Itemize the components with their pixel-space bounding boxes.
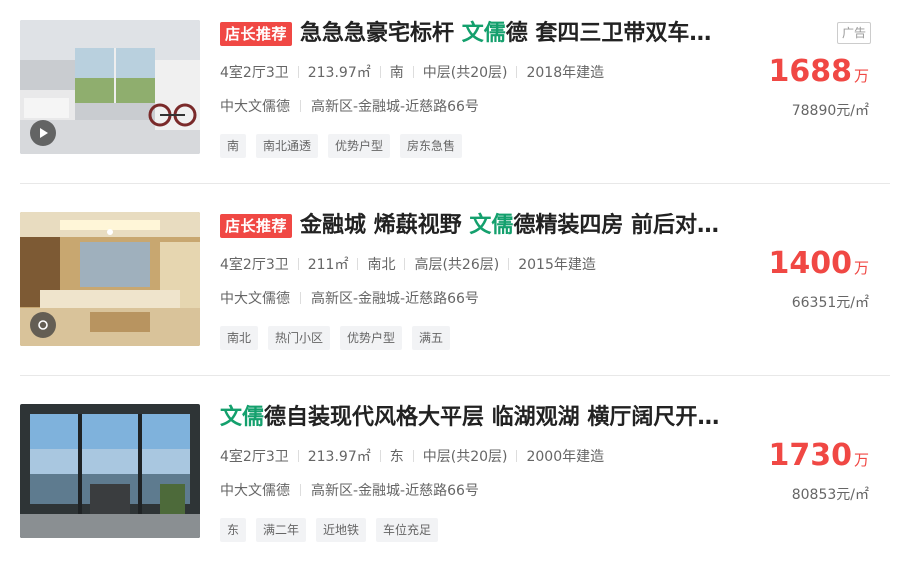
community-link[interactable]: 中大文儒德	[220, 480, 290, 500]
total-price: 1730 万	[669, 436, 869, 476]
vr-icon[interactable]	[30, 312, 56, 338]
floor: 中层(共20层)	[422, 65, 508, 81]
layout: 4室2厅3卫	[220, 65, 289, 81]
tag: 热门小区	[268, 326, 331, 350]
address: 中大文儒德 高新区-金融城-近慈路66号	[220, 288, 479, 308]
orientation: 南北	[367, 257, 396, 273]
listing-card[interactable]: 店长推荐 急急急豪宅标杆 文儒德 套四三卫带双车… 广告 4室2厅3卫 213.…	[0, 0, 919, 190]
listing-title[interactable]: 金融城 烯蕻视野 文儒德精装四房 前后对…	[300, 211, 719, 241]
tag: 房东急售	[400, 134, 463, 158]
listing-title[interactable]: 急急急豪宅标杆 文儒德 套四三卫带双车…	[300, 19, 711, 49]
district-link[interactable]: 高新区-金融城-近慈路66号	[311, 288, 479, 308]
title-highlight: 文儒	[469, 213, 514, 238]
total-price: 1688 万	[669, 52, 869, 92]
district-link[interactable]: 高新区-金融城-近慈路66号	[311, 480, 479, 500]
floor: 中层(共20层)	[422, 449, 508, 465]
build-year: 2018年建造	[526, 65, 605, 81]
tag: 近地铁	[316, 518, 367, 542]
layout: 4室2厅3卫	[220, 449, 289, 465]
build-year: 2015年建造	[518, 257, 596, 273]
orientation: 南	[389, 65, 404, 81]
district-link[interactable]: 高新区-金融城-近慈路66号	[311, 96, 479, 116]
total-price: 1400 万	[669, 244, 869, 284]
layout: 4室2厅3卫	[220, 257, 289, 273]
area: 213.97㎡	[307, 449, 371, 465]
build-year: 2000年建造	[526, 449, 605, 465]
tag: 优势户型	[328, 134, 391, 158]
tag-list: 南 南北通透 优势户型 房东急售	[220, 134, 463, 158]
listing-photo[interactable]	[20, 212, 200, 346]
price-unit: 万	[853, 259, 869, 277]
tag: 满五	[412, 326, 451, 350]
price-value: 1730	[768, 438, 852, 473]
tag: 车位充足	[376, 518, 439, 542]
tag: 优势户型	[340, 326, 403, 350]
price-unit: 万	[853, 67, 869, 85]
floor: 高层(共26层)	[414, 257, 500, 273]
lake-view-photo	[20, 404, 200, 538]
title-text: 金融城 烯蕻视野	[300, 213, 470, 238]
house-attributes: 4室2厅3卫 211㎡ 南北 高层(共26层) 2015年建造	[220, 254, 596, 274]
house-attributes: 4室2厅3卫 213.97㎡ 南 中层(共20层) 2018年建造	[220, 62, 604, 82]
tag-list: 南北 热门小区 优势户型 满五	[220, 326, 451, 350]
listing-title[interactable]: 文儒德自装现代风格大平层 临湖观湖 横厅阔尺开…	[220, 403, 719, 433]
title-text: 急急急豪宅标杆	[300, 21, 462, 46]
listing-photo[interactable]	[20, 404, 200, 538]
tag-list: 东 满二年 近地铁 车位充足	[220, 518, 439, 542]
price-value: 1400	[768, 246, 852, 281]
divider	[20, 183, 890, 184]
area: 213.97㎡	[307, 65, 371, 81]
play-icon[interactable]	[30, 120, 56, 146]
divider	[20, 375, 890, 376]
listing-card[interactable]: 文儒德自装现代风格大平层 临湖观湖 横厅阔尺开… 4室2厅3卫 213.97㎡ …	[0, 384, 919, 574]
listing-photo[interactable]	[20, 20, 200, 154]
title-text-end: 德精装四房 前后对…	[513, 213, 720, 238]
tag: 南北	[220, 326, 259, 350]
unit-price: 66351元/㎡	[791, 295, 869, 311]
price-unit: 万	[853, 451, 869, 469]
ad-label: 广告	[837, 22, 871, 44]
listing-card[interactable]: 店长推荐 金融城 烯蕻视野 文儒德精装四房 前后对… 4室2厅3卫 211㎡ 南…	[0, 192, 919, 382]
house-attributes: 4室2厅3卫 213.97㎡ 东 中层(共20层) 2000年建造	[220, 446, 604, 466]
title-text-end: 德 套四三卫带双车…	[505, 21, 712, 46]
title-highlight: 文儒	[461, 21, 506, 46]
price-value: 1688	[768, 54, 852, 89]
unit-price: 78890元/㎡	[791, 103, 869, 119]
tag: 南	[220, 134, 247, 158]
title-highlight: 文儒	[220, 405, 265, 430]
orientation: 东	[389, 449, 404, 465]
tag: 东	[220, 518, 247, 542]
area: 211㎡	[307, 257, 349, 273]
tag: 南北通透	[256, 134, 319, 158]
community-link[interactable]: 中大文儒德	[220, 288, 290, 308]
title-text-end: 德自装现代风格大平层 临湖观湖 横厅阔尺开…	[264, 405, 720, 430]
community-link[interactable]: 中大文儒德	[220, 96, 290, 116]
address: 中大文儒德 高新区-金融城-近慈路66号	[220, 480, 479, 500]
unit-price: 80853元/㎡	[791, 487, 869, 503]
recommend-badge: 店长推荐	[220, 214, 293, 238]
tag: 满二年	[256, 518, 307, 542]
recommend-badge: 店长推荐	[220, 22, 293, 46]
address: 中大文儒德 高新区-金融城-近慈路66号	[220, 96, 479, 116]
